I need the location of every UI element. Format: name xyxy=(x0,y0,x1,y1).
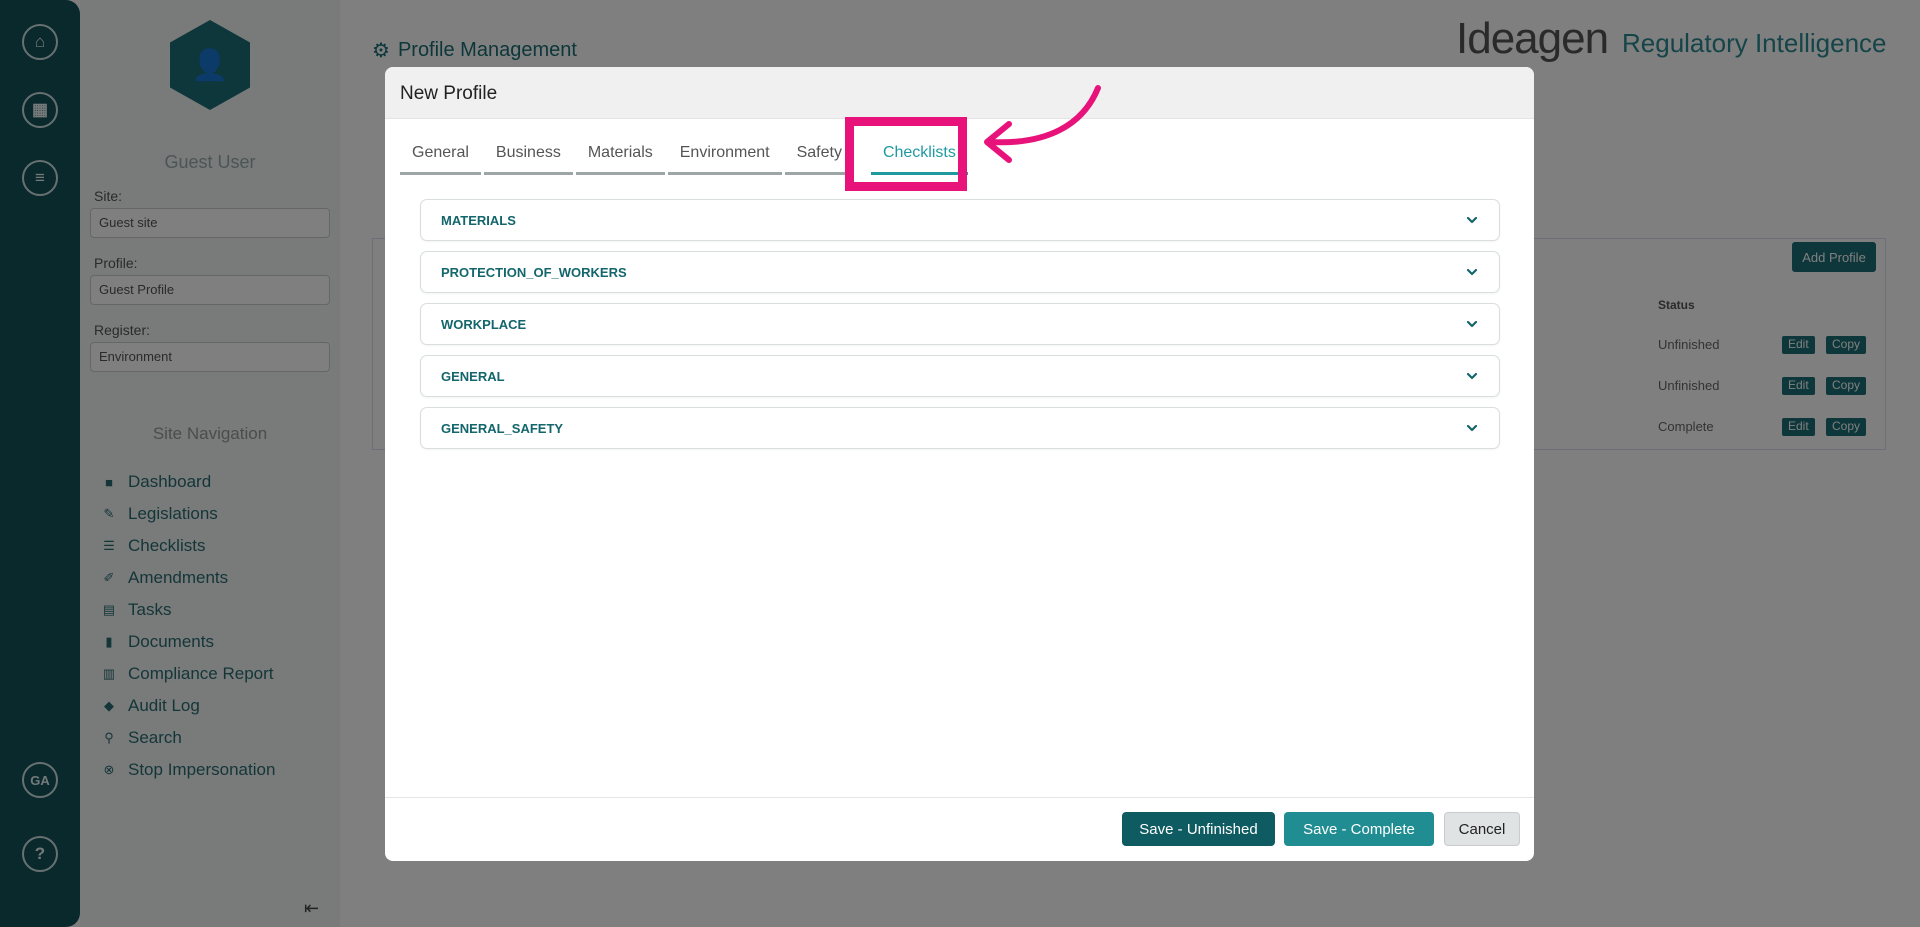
save-unfinished-button[interactable]: Save - Unfinished xyxy=(1122,812,1275,846)
tab-safety[interactable]: Safety xyxy=(784,127,854,175)
accordion-general-safety[interactable]: GENERAL_SAFETY xyxy=(420,407,1500,449)
tab-highlight-box xyxy=(845,117,967,191)
cancel-button[interactable]: Cancel xyxy=(1444,812,1520,846)
pointer-arrow-icon xyxy=(984,85,1101,163)
accordion-general[interactable]: GENERAL xyxy=(420,355,1500,397)
checklist-sections: MATERIALS PROTECTION_OF_WORKERS WORKPLAC… xyxy=(420,199,1500,459)
save-complete-button[interactable]: Save - Complete xyxy=(1284,812,1434,846)
modal-footer: Save - Unfinished Save - Complete Cancel xyxy=(385,797,1534,861)
modal-title: New Profile xyxy=(385,67,1534,119)
tab-business[interactable]: Business xyxy=(483,127,573,175)
tab-general[interactable]: General xyxy=(400,127,481,175)
chevron-down-icon xyxy=(1466,372,1478,380)
accordion-protection-of-workers[interactable]: PROTECTION_OF_WORKERS xyxy=(420,251,1500,293)
chevron-down-icon xyxy=(1466,320,1478,328)
tab-materials[interactable]: Materials xyxy=(575,127,665,175)
chevron-down-icon xyxy=(1466,268,1478,276)
accordion-workplace[interactable]: WORKPLACE xyxy=(420,303,1500,345)
tab-environment[interactable]: Environment xyxy=(667,127,782,175)
chevron-down-icon xyxy=(1466,216,1478,224)
accordion-materials[interactable]: MATERIALS xyxy=(420,199,1500,241)
chevron-down-icon xyxy=(1466,424,1478,432)
